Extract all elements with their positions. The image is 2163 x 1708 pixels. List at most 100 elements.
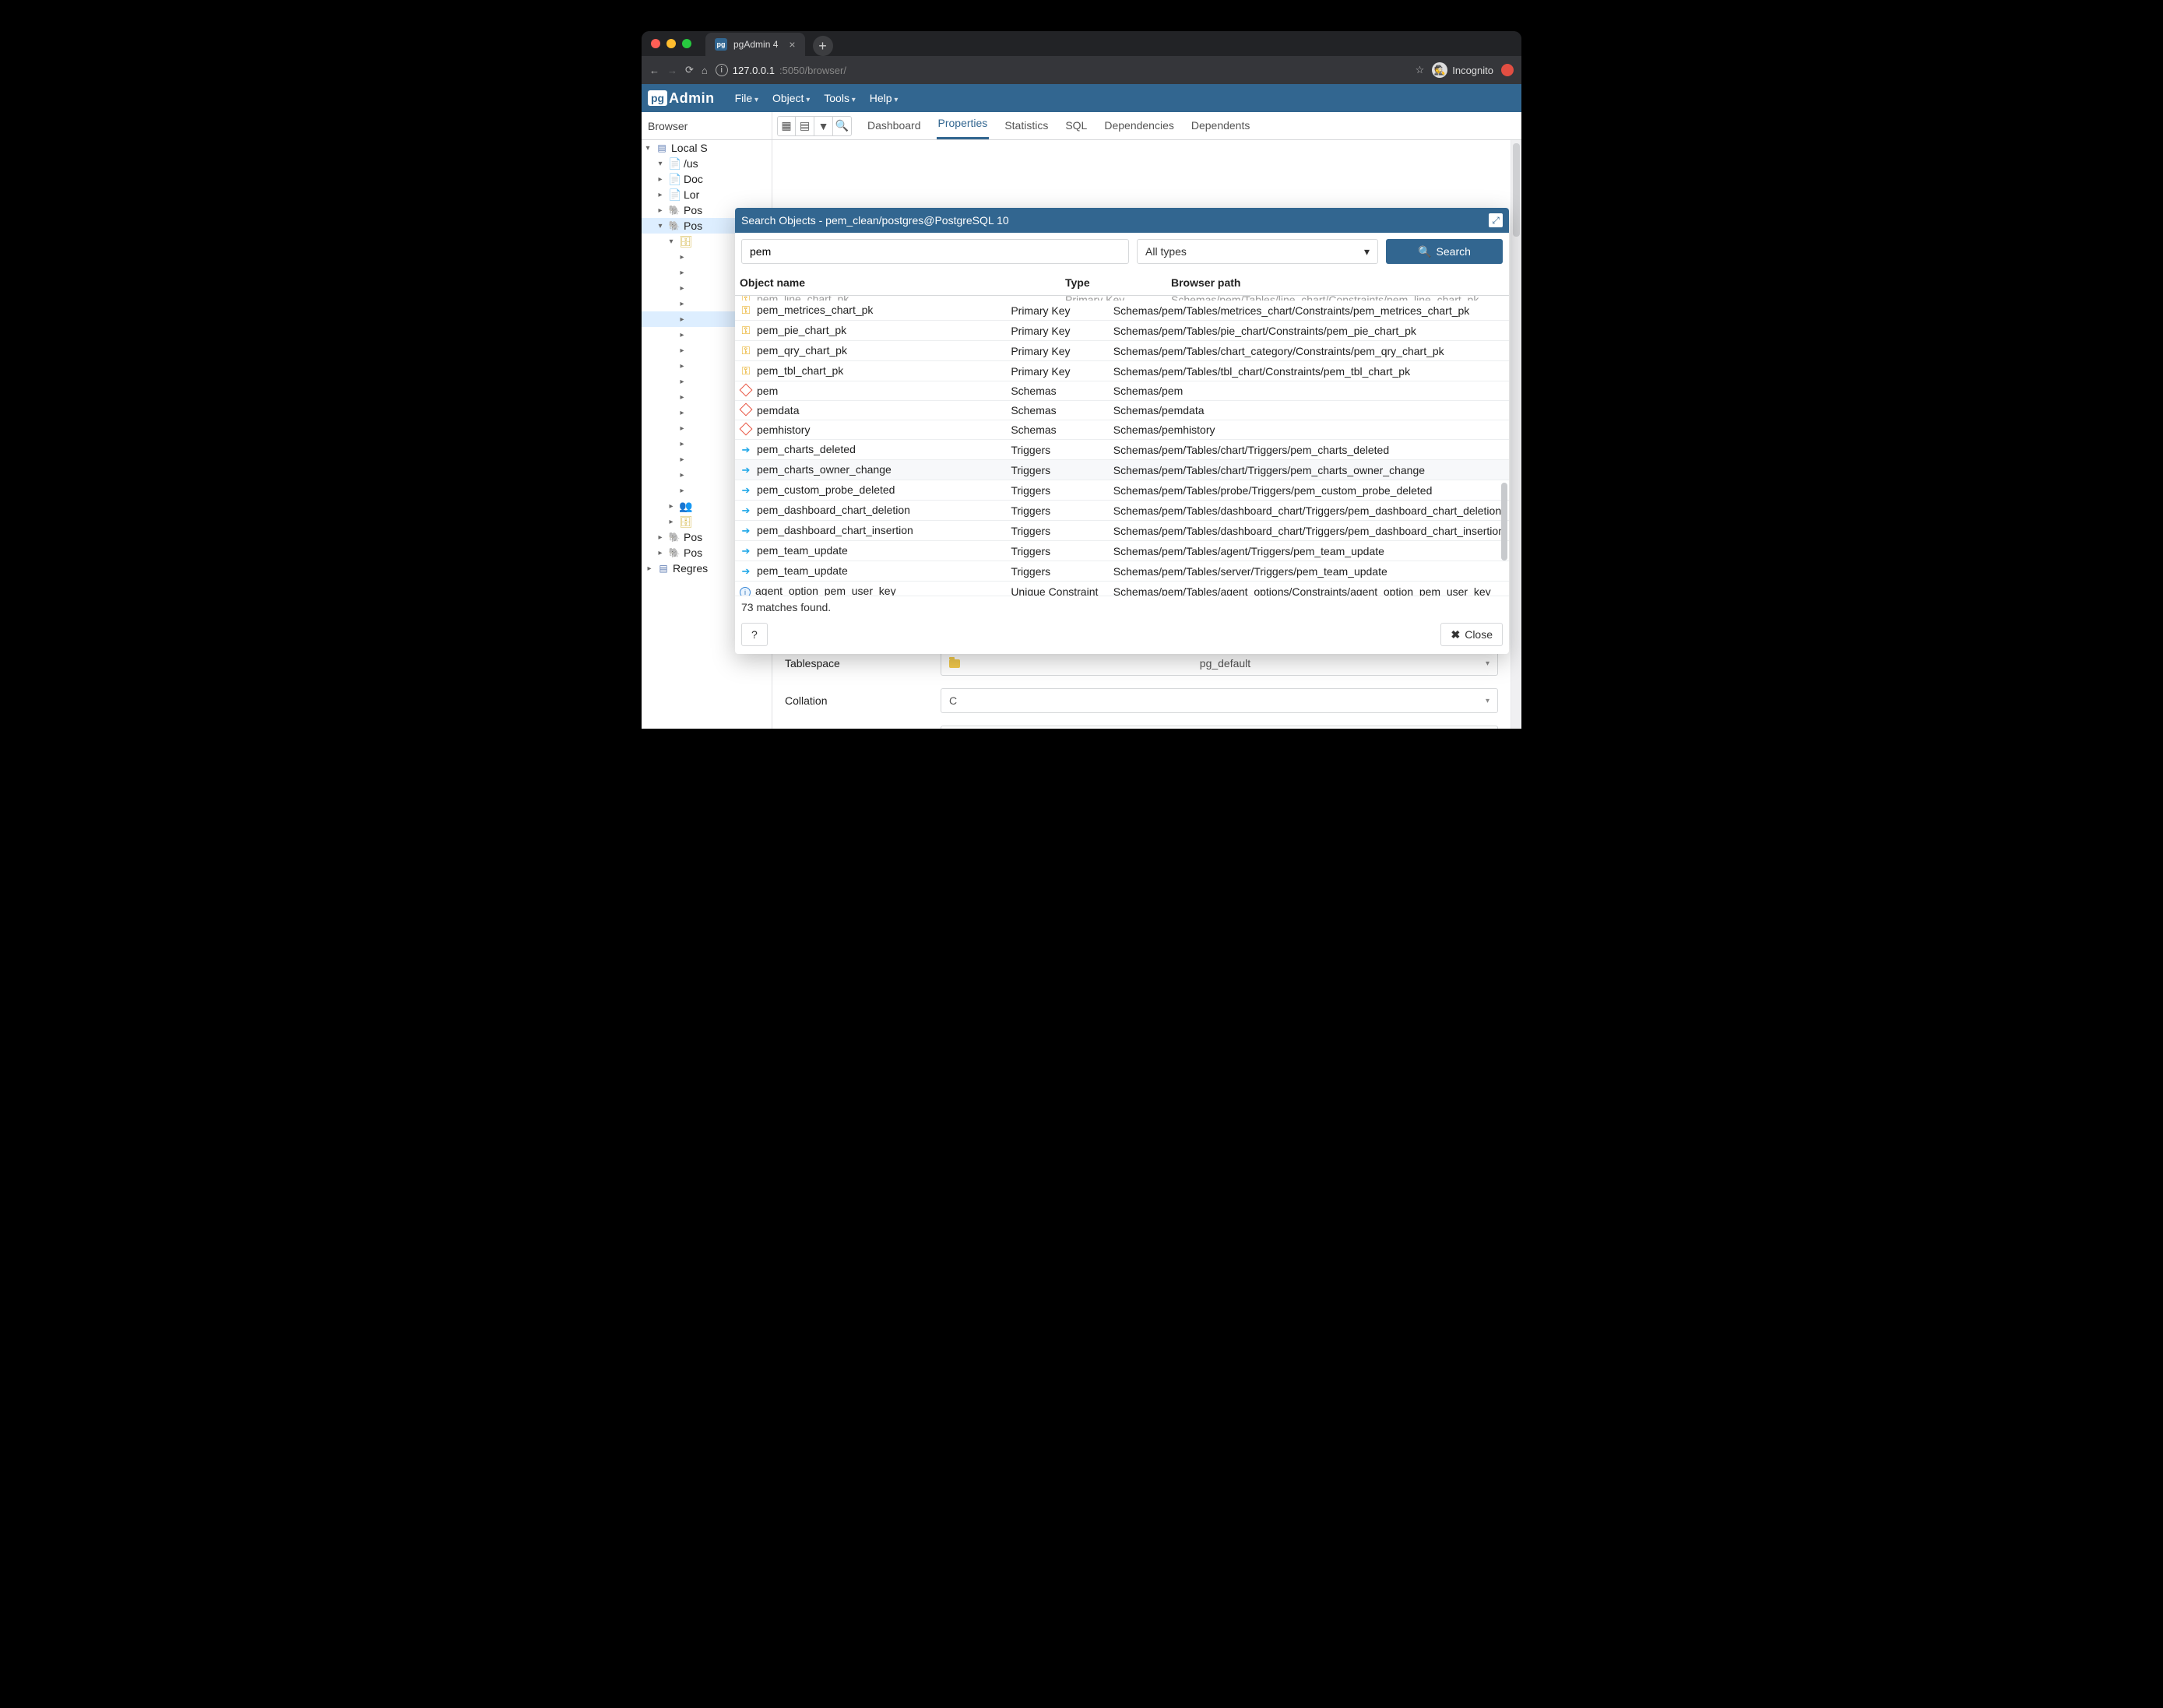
close-button[interactable]: ✖ Close xyxy=(1440,623,1503,646)
url-field[interactable]: i 127.0.0.1:5050/browser/ xyxy=(716,64,1408,76)
result-row[interactable]: iagent_option_pem_user_keyUnique Constra… xyxy=(735,582,1509,597)
scrollbar-thumb[interactable] xyxy=(1513,143,1520,237)
tree-disclosure-icon[interactable]: ▸ xyxy=(645,564,654,573)
property-select[interactable]: C▾ xyxy=(941,688,1498,713)
result-row[interactable]: pem_charts_deletedTriggersSchemas/pem/Ta… xyxy=(735,440,1509,460)
tree-item[interactable]: ▾📄/us xyxy=(642,156,772,171)
tree-disclosure-icon[interactable]: ▸ xyxy=(677,455,687,464)
toolbar-filter-icon[interactable]: ▼ xyxy=(814,116,833,136)
help-button[interactable]: ? xyxy=(741,623,768,646)
close-window-button[interactable] xyxy=(651,39,660,48)
bookmark-star-icon[interactable]: ☆ xyxy=(1416,64,1425,76)
result-name: pem_metrices_chart_pk xyxy=(757,304,873,316)
tree-disclosure-icon[interactable]: ▸ xyxy=(677,409,687,417)
result-row[interactable]: pem_dashboard_chart_deletionTriggersSche… xyxy=(735,501,1509,521)
tree-root[interactable]: ▾ ▤ Local S xyxy=(642,140,772,156)
search-input[interactable] xyxy=(741,239,1129,264)
results-scroll-area: ⚿pem_line_chart_pk Primary Key Schemas/p… xyxy=(735,296,1509,596)
toolbar-search-icon[interactable]: 🔍 xyxy=(833,116,852,136)
tab-close-icon[interactable]: × xyxy=(789,38,795,51)
nav-home-button[interactable]: ⌂ xyxy=(702,65,708,76)
tree-disclosure-icon[interactable]: ▾ xyxy=(666,237,676,246)
results-scrollbar[interactable] xyxy=(1498,296,1509,596)
nav-back-button[interactable]: ← xyxy=(649,65,659,76)
result-row[interactable]: pem_custom_probe_deletedTriggersSchemas/… xyxy=(735,480,1509,501)
tree-disclosure-icon[interactable]: ▸ xyxy=(677,424,687,433)
tree-disclosure-icon[interactable]: ▸ xyxy=(677,284,687,293)
tree-disclosure-icon[interactable]: ▸ xyxy=(677,269,687,277)
results-table: Object name Type Browser path xyxy=(735,270,1509,296)
result-row[interactable]: pem_dashboard_chart_insertionTriggersSch… xyxy=(735,521,1509,541)
tree-disclosure-icon[interactable]: ▸ xyxy=(677,471,687,480)
tree-item[interactable]: ▸📄Doc xyxy=(642,171,772,187)
result-row[interactable]: ⚿pem_tbl_chart_pkPrimary KeySchemas/pem/… xyxy=(735,361,1509,381)
extension-icon[interactable] xyxy=(1501,64,1514,76)
col-browser-path[interactable]: Browser path xyxy=(1166,270,1509,296)
menu-file[interactable]: File xyxy=(729,89,765,107)
toolbar-viewdata-icon[interactable]: ▤ xyxy=(796,116,814,136)
property-select[interactable]: pg_default▾ xyxy=(941,651,1498,676)
tree-disclosure-icon[interactable]: ▸ xyxy=(656,533,665,542)
result-row[interactable]: pemdataSchemasSchemas/pemdata xyxy=(735,401,1509,420)
minimize-window-button[interactable] xyxy=(666,39,676,48)
properties-scrollbar[interactable] xyxy=(1511,140,1521,729)
dialog-titlebar[interactable]: Search Objects - pem_clean/postgres@Post… xyxy=(735,208,1509,233)
tree-disclosure-icon[interactable]: ▸ xyxy=(677,315,687,324)
result-row[interactable]: ⚿pem_qry_chart_pkPrimary KeySchemas/pem/… xyxy=(735,341,1509,361)
toolbar-query-icon[interactable]: ▦ xyxy=(777,116,796,136)
result-row[interactable]: pem_team_updateTriggersSchemas/pem/Table… xyxy=(735,541,1509,561)
browser-tab[interactable]: pg pgAdmin 4 × xyxy=(705,33,805,56)
dialog-expand-icon[interactable]: ⤢ xyxy=(1489,213,1503,227)
tree-disclosure-icon[interactable]: ▸ xyxy=(677,253,687,262)
menu-help[interactable]: Help xyxy=(863,89,905,107)
menu-object[interactable]: Object xyxy=(766,89,816,107)
tree-disclosure-icon[interactable]: ▸ xyxy=(656,191,665,199)
tree-disclosure-icon[interactable]: ▸ xyxy=(677,300,687,308)
tree-disclosure-icon[interactable]: ▾ xyxy=(643,144,652,153)
tab-dashboard[interactable]: Dashboard xyxy=(866,113,923,139)
tree-disclosure-icon[interactable]: ▸ xyxy=(666,518,676,526)
tab-dependents[interactable]: Dependents xyxy=(1190,113,1252,139)
file-icon: 📄 xyxy=(668,157,681,170)
site-info-icon[interactable]: i xyxy=(716,64,728,76)
result-row[interactable]: pemhistorySchemasSchemas/pemhistory xyxy=(735,420,1509,440)
result-row[interactable]: pem_team_updateTriggersSchemas/pem/Table… xyxy=(735,561,1509,582)
tab-properties[interactable]: Properties xyxy=(937,111,990,139)
tree-item[interactable]: ▸📄Lor xyxy=(642,187,772,202)
zoom-window-button[interactable] xyxy=(682,39,691,48)
chevron-down-icon: ▾ xyxy=(1486,697,1489,705)
property-select[interactable]: C▾ xyxy=(941,726,1498,729)
tab-dependencies[interactable]: Dependencies xyxy=(1103,113,1176,139)
tree-disclosure-icon[interactable]: ▾ xyxy=(656,160,665,168)
tab-statistics[interactable]: Statistics xyxy=(1003,113,1050,139)
tree-disclosure-icon[interactable]: ▸ xyxy=(677,346,687,355)
schema-icon xyxy=(740,403,753,416)
type-filter-select[interactable]: All types ▾ xyxy=(1137,239,1378,264)
menu-tools[interactable]: Tools xyxy=(818,89,862,107)
tree-disclosure-icon[interactable]: ▾ xyxy=(656,222,665,230)
search-button[interactable]: 🔍 Search xyxy=(1386,239,1503,264)
tree-disclosure-icon[interactable]: ▸ xyxy=(677,331,687,339)
new-tab-button[interactable]: + xyxy=(813,36,833,56)
tree-disclosure-icon[interactable]: ▸ xyxy=(677,440,687,448)
tree-disclosure-icon[interactable]: ▸ xyxy=(666,502,676,511)
result-row[interactable]: pem_charts_owner_changeTriggersSchemas/p… xyxy=(735,460,1509,480)
tree-disclosure-icon[interactable]: ▸ xyxy=(656,549,665,557)
close-button-label: Close xyxy=(1465,628,1493,641)
tree-disclosure-icon[interactable]: ▸ xyxy=(656,175,665,184)
result-row[interactable]: ⚿pem_metrices_chart_pkPrimary KeySchemas… xyxy=(735,300,1509,321)
tree-disclosure-icon[interactable]: ▸ xyxy=(656,206,665,215)
tree-disclosure-icon[interactable]: ▸ xyxy=(677,393,687,402)
key-icon: ⚿ xyxy=(740,296,752,300)
result-row[interactable]: ⚿pem_pie_chart_pkPrimary KeySchemas/pem/… xyxy=(735,321,1509,341)
nav-reload-button[interactable]: ⟳ xyxy=(685,64,694,76)
tab-sql[interactable]: SQL xyxy=(1064,113,1089,139)
tree-disclosure-icon[interactable]: ▸ xyxy=(677,378,687,386)
col-type[interactable]: Type xyxy=(1060,270,1166,296)
tree-disclosure-icon[interactable]: ▸ xyxy=(677,362,687,371)
col-object-name[interactable]: Object name xyxy=(735,270,1060,296)
results-scrollbar-thumb[interactable] xyxy=(1501,483,1507,561)
nav-forward-button[interactable]: → xyxy=(667,65,677,76)
result-row[interactable]: pemSchemasSchemas/pem xyxy=(735,381,1509,401)
tree-disclosure-icon[interactable]: ▸ xyxy=(677,487,687,495)
